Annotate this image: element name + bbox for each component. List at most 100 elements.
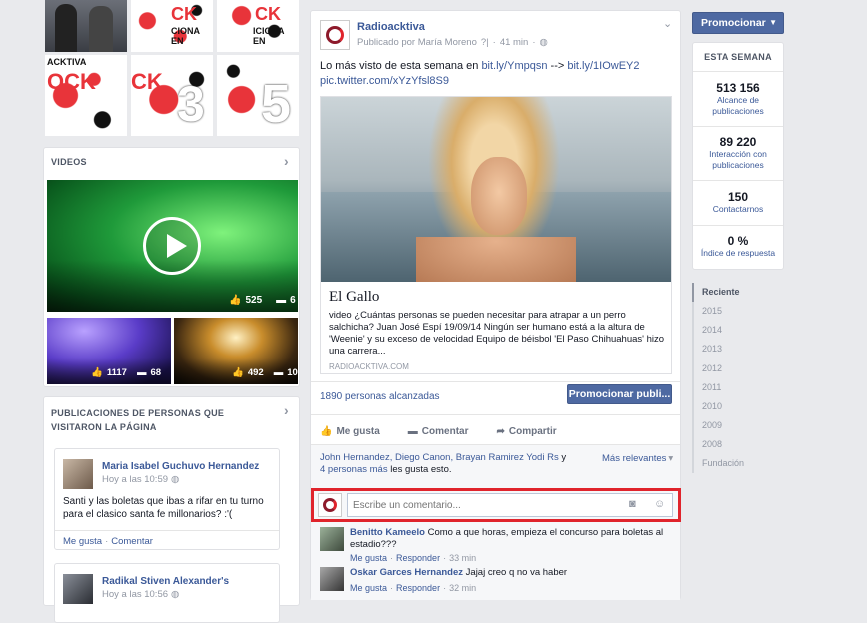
timeline-item-2008[interactable]: 2008 — [694, 435, 784, 454]
likers-more[interactable]: 4 personas más — [320, 464, 388, 475]
comment-icon: ▬ — [273, 367, 284, 378]
byline-mark: ?| — [480, 37, 489, 48]
preview-image[interactable] — [321, 97, 671, 282]
timeline-nav: Reciente 2015 2014 2013 2012 2011 2010 2… — [692, 283, 784, 473]
stat-contacts[interactable]: 150 Contactarnos — [693, 190, 783, 215]
comment-like-link[interactable]: Me gusta — [350, 583, 387, 593]
avatar[interactable] — [320, 527, 344, 551]
timeline-item-2010[interactable]: 2010 — [694, 397, 784, 416]
video-thumb[interactable]: 👍 492 ▬ 10 — [174, 318, 298, 384]
link-preview[interactable]: El Gallo video ¿Cuántas personas se pued… — [320, 96, 672, 374]
video-comments: 6 — [290, 295, 296, 306]
post-link[interactable]: bit.ly/Ympqsn — [481, 60, 547, 72]
photo-tile[interactable]: 5 — [217, 55, 299, 136]
tile-text: OCK — [47, 69, 96, 94]
stat-response-rate[interactable]: 0 % Índice de respuesta — [693, 234, 783, 259]
promote-button[interactable]: Promocionar ▼ — [692, 12, 784, 34]
sticker-icon[interactable]: ☺ — [654, 498, 665, 510]
videos-card: VIDEOS › 👍 525 ▬ 6 👍 1117 ▬ 68 👍 492 ▬ 10 — [43, 147, 300, 387]
avatar[interactable] — [320, 567, 344, 591]
like-link[interactable]: Me gusta — [63, 536, 102, 547]
post-link[interactable]: bit.ly/1IOwEY2 — [567, 60, 639, 72]
likers-names[interactable]: John Hernandez, Diego Canon, Brayan Rami… — [320, 452, 559, 463]
camera-icon[interactable]: ◙ — [629, 498, 636, 510]
visitor-post-author[interactable]: Radikal Stiven Alexander's — [102, 576, 229, 587]
like-icon: 👍 — [320, 426, 333, 437]
published-by[interactable]: Publicado por María Moreno — [357, 37, 477, 48]
comment-time[interactable]: 32 min — [449, 583, 476, 593]
comment-author[interactable]: Benitto Kameelo — [350, 527, 425, 538]
video-main[interactable]: 👍 525 ▬ 6 — [47, 180, 298, 312]
chevron-right-icon[interactable]: › — [284, 153, 289, 169]
like-button[interactable]: 👍 Me gusta — [320, 426, 380, 437]
comment-icon: ▬ — [136, 367, 147, 378]
stat-reach[interactable]: 513 156 Alcance de publicaciones — [693, 81, 783, 117]
video-likes: 492 — [247, 367, 264, 378]
tile-text: ICIONA EN — [253, 26, 285, 46]
sort-dropdown[interactable]: Más relevantes ▾ — [602, 453, 673, 464]
timeline-item-founded[interactable]: Fundación — [694, 454, 784, 473]
globe-icon: ◍ — [171, 474, 180, 485]
separator: · — [532, 37, 536, 48]
reach-link[interactable]: 1890 personas alcanzadas — [320, 391, 440, 402]
comment-icon: ▬ — [276, 295, 287, 306]
post-link[interactable]: pic.twitter.com/xYzYfsl8S9 — [320, 75, 449, 87]
chevron-right-icon[interactable]: › — [284, 402, 289, 418]
visitor-post-author[interactable]: Maria Isabel Guchuvo Hernandez — [102, 461, 259, 472]
comment-icon: ▬ — [407, 426, 418, 437]
visitor-post-time[interactable]: Hoy a las 10:56 ◍ — [102, 589, 179, 600]
comment-text: Jajaj creo q no va haber — [465, 567, 568, 578]
visitor-posts-title: PUBLICACIONES DE PERSONAS QUE VISITARON … — [51, 408, 225, 432]
stat-engagement[interactable]: 89 220 Interacción con publicaciones — [693, 135, 783, 171]
play-icon[interactable] — [143, 217, 201, 275]
tile-text: CK — [131, 69, 163, 94]
avatar[interactable] — [63, 459, 93, 489]
promote-post-button[interactable]: Promocionar publi... — [567, 384, 672, 404]
separator: · — [492, 37, 496, 48]
stat-label: Alcance de publicaciones — [712, 95, 764, 116]
chevron-down-icon[interactable]: ⌄ — [663, 17, 672, 30]
timeline-item-2015[interactable]: 2015 — [694, 302, 784, 321]
timeline-item-2013[interactable]: 2013 — [694, 340, 784, 359]
ufi-area: John Hernandez, Diego Canon, Brayan Rami… — [311, 444, 681, 600]
comment-author[interactable]: Oskar Garces Hernandez — [350, 567, 463, 578]
likers-sentence: John Hernandez, Diego Canon, Brayan Rami… — [320, 452, 567, 475]
page-avatar[interactable] — [320, 20, 350, 50]
comment-reply-link[interactable]: Responder — [396, 553, 440, 563]
tile-text: 5 — [261, 74, 292, 134]
photo-tile[interactable]: CK CIONA EN — [131, 0, 213, 52]
photo-tile[interactable]: CK 3 — [131, 55, 213, 136]
video-thumb[interactable]: 👍 1117 ▬ 68 — [47, 318, 171, 384]
timeline-item-2011[interactable]: 2011 — [694, 378, 784, 397]
promote-label: Promocionar — [701, 17, 766, 29]
comment-like-link[interactable]: Me gusta — [350, 553, 387, 563]
timeline-item-2009[interactable]: 2009 — [694, 416, 784, 435]
share-icon: ➦ — [496, 426, 505, 437]
share-button[interactable]: ➦ Compartir — [496, 426, 556, 437]
preview-title[interactable]: El Gallo — [329, 289, 379, 306]
photo-tile[interactable]: CK ICIONA EN — [217, 0, 299, 52]
comment-reply-link[interactable]: Responder — [396, 583, 440, 593]
visitor-post: Maria Isabel Guchuvo Hernandez Hoy a las… — [54, 448, 280, 550]
comment-button[interactable]: ▬ Comentar — [408, 426, 469, 437]
main-post: Radioacktiva Publicado por María Moreno … — [310, 10, 681, 600]
photo-tile[interactable] — [45, 0, 127, 52]
timeline-item-recent[interactable]: Reciente — [692, 283, 784, 302]
post-time[interactable]: 41 min — [500, 37, 529, 48]
tile-text: CIONA EN — [171, 26, 200, 46]
page-name[interactable]: Radioacktiva — [357, 21, 425, 33]
comment-link[interactable]: Comentar — [111, 536, 153, 547]
timeline-item-2014[interactable]: 2014 — [694, 321, 784, 340]
stat-value: 150 — [727, 190, 749, 204]
like-icon: 👍 — [232, 367, 244, 378]
comment-time[interactable]: 33 min — [449, 553, 476, 563]
stat-label: Contactarnos — [712, 204, 764, 214]
timeline-item-2012[interactable]: 2012 — [694, 359, 784, 378]
avatar[interactable] — [63, 574, 93, 604]
comment-input[interactable] — [347, 493, 673, 517]
photo-grid: CK CIONA EN CK ICIONA EN ACKTIVA OCK CK … — [45, 0, 301, 136]
visitor-post-time[interactable]: Hoy a las 10:59 ◍ — [102, 474, 179, 485]
photo-tile[interactable]: ACKTIVA OCK — [45, 55, 127, 136]
tile-text: ACKTIVA — [47, 57, 87, 67]
post-meta: Publicado por María Moreno ?| · 41 min ·… — [357, 37, 548, 48]
